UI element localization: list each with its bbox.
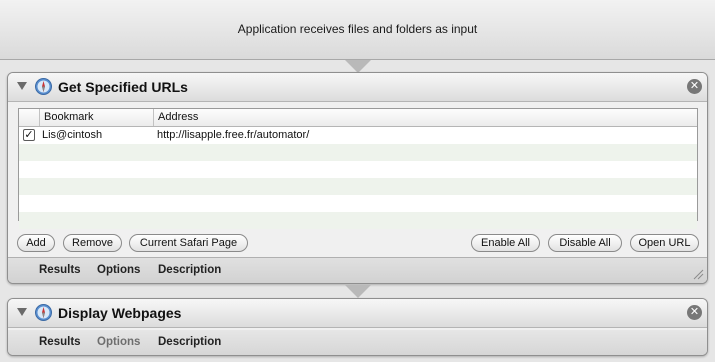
- workflow-input-header: Application receives files and folders a…: [0, 0, 715, 60]
- column-header-bookmark[interactable]: Bookmark: [39, 109, 153, 126]
- action-display-webpages: Display Webpages ✕ Results Options Descr…: [7, 298, 708, 356]
- checkbox-column-header[interactable]: [19, 109, 39, 126]
- safari-icon: [35, 304, 52, 321]
- table-row[interactable]: ✓ Lis@cintosh http://lisapple.free.fr/au…: [19, 127, 697, 144]
- empty-table-row: [19, 212, 697, 229]
- disclosure-triangle-icon[interactable]: [17, 82, 27, 90]
- add-button[interactable]: Add: [17, 234, 55, 252]
- disclosure-triangle-icon[interactable]: [17, 308, 27, 316]
- url-table: Bookmark Address ✓ Lis@cintosh http://li…: [18, 108, 698, 229]
- workflow-input-description: Application receives files and folders a…: [237, 22, 478, 36]
- address-cell: http://lisapple.free.fr/automator/: [157, 129, 310, 141]
- close-icon[interactable]: ✕: [687, 79, 702, 94]
- resize-grip-icon[interactable]: [693, 269, 704, 280]
- flow-connector: [345, 285, 371, 299]
- action-title-bar[interactable]: Get Specified URLs ✕: [8, 73, 707, 102]
- action-title-bar[interactable]: Display Webpages ✕: [8, 299, 707, 328]
- empty-table-row: [19, 161, 697, 178]
- remove-button[interactable]: Remove: [63, 234, 122, 252]
- empty-table-row: [19, 195, 697, 212]
- row-enabled-checkbox[interactable]: ✓: [23, 129, 35, 141]
- bookmark-cell: Lis@cintosh: [42, 129, 103, 141]
- action-name: Get Specified URLs: [58, 79, 188, 95]
- tab-options: Options: [97, 336, 141, 348]
- enable-all-button[interactable]: Enable All: [471, 234, 540, 252]
- table-header: Bookmark Address: [19, 109, 697, 127]
- column-header-address[interactable]: Address: [153, 109, 697, 126]
- action-tab-bar: Results Options Description: [8, 257, 707, 283]
- empty-table-row: [19, 178, 697, 195]
- tab-description[interactable]: Description: [158, 264, 221, 276]
- action-name: Display Webpages: [58, 305, 182, 321]
- disable-all-button[interactable]: Disable All: [548, 234, 622, 252]
- action-get-specified-urls: Get Specified URLs ✕ Bookmark Address ✓ …: [7, 72, 708, 284]
- tab-description[interactable]: Description: [158, 336, 221, 348]
- empty-table-row: [19, 144, 697, 161]
- safari-icon: [35, 78, 52, 95]
- open-url-button[interactable]: Open URL: [630, 234, 699, 252]
- tab-results[interactable]: Results: [39, 336, 81, 348]
- current-safari-page-button[interactable]: Current Safari Page: [129, 234, 248, 252]
- tab-options[interactable]: Options: [97, 264, 140, 276]
- close-icon[interactable]: ✕: [687, 305, 702, 320]
- tab-results[interactable]: Results: [39, 264, 81, 276]
- action-tab-bar: Results Options Description: [8, 330, 707, 355]
